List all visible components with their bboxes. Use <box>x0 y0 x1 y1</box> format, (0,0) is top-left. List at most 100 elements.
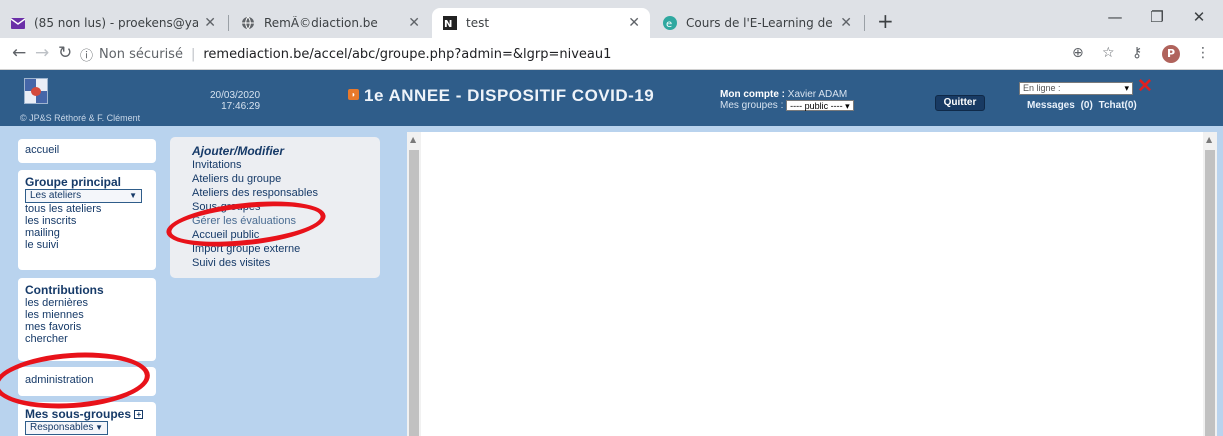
inscrits-link[interactable]: les inscrits <box>25 215 149 227</box>
profile-avatar[interactable]: P <box>1162 45 1180 63</box>
scroll-thumb[interactable] <box>1205 150 1215 436</box>
key-icon[interactable]: ⚷ <box>1132 45 1142 61</box>
content-frame <box>421 132 1203 436</box>
close-icon[interactable]: ✕ <box>628 15 640 31</box>
address-bar: ← → ↻ ⓘ Non sécurisé | remediaction.be/a… <box>0 38 1223 70</box>
bookmark-star-icon[interactable]: ☆ <box>1102 45 1115 61</box>
messages-link[interactable]: Messages (0) <box>1027 100 1093 111</box>
tchat-link[interactable]: Tchat(0) <box>1099 100 1137 111</box>
svg-text:N: N <box>444 19 452 30</box>
reload-icon[interactable]: ↻ <box>58 43 72 63</box>
tab-title: Cours de l'E-Learning de la CFWB <box>686 16 834 30</box>
contributions-title: Contributions <box>25 283 104 297</box>
messages-area: Messages (0) Tchat(0) <box>1027 100 1137 111</box>
sidebar-sous-groupes: Mes sous-groupes + Responsables ▼ <box>18 402 156 436</box>
browser-tab-remediaction[interactable]: RemÃ©diaction.be ✕ <box>230 8 430 38</box>
sous-groupes-title: Mes sous-groupes + <box>25 407 149 421</box>
close-icon[interactable]: ✕ <box>204 15 216 31</box>
menu-item-gerer-evaluations[interactable]: Gérer les évaluations <box>192 214 380 228</box>
forward-arrow-icon[interactable]: → <box>35 43 49 63</box>
account-label: Mon compte : <box>720 89 785 100</box>
chevron-down-icon: ▼ <box>129 191 137 200</box>
date-time: 20/03/2020 17:46:29 <box>210 90 260 112</box>
menu-item-sous-groupes[interactable]: Sous-groupes <box>192 200 380 214</box>
menu-item-suivi-visites[interactable]: Suivi des visites <box>192 256 380 270</box>
groups-label: Mes groupes : <box>720 100 784 112</box>
copyright-text: © JP&S Réthoré & F. Clément <box>20 113 141 123</box>
security-label: Non sécurisé <box>99 46 183 62</box>
suivi-link[interactable]: le suivi <box>25 239 149 251</box>
sidebar-administration[interactable]: administration <box>18 367 156 396</box>
mailing-link[interactable]: mailing <box>25 227 149 239</box>
status-value: En ligne : <box>1023 83 1061 93</box>
favoris-link[interactable]: mes favoris <box>25 321 149 333</box>
groupe-principal-title: Groupe principal <box>25 175 122 189</box>
tous-ateliers-link[interactable]: tous les ateliers <box>25 203 149 215</box>
admin-menu: Ajouter/Modifier Invitations Ateliers du… <box>170 137 380 278</box>
browser-tab-mail[interactable]: (85 non lus) - proekens@yahoo.f ✕ <box>0 8 226 38</box>
menu-item-import-groupe[interactable]: Import groupe externe <box>192 242 380 256</box>
sidebar-groupe-principal: Groupe principal Les ateliers ▼ tous les… <box>18 170 156 270</box>
chevron-down-icon: ▾ <box>1124 83 1129 93</box>
menu-dots-icon[interactable]: ⋮ <box>1196 45 1210 61</box>
tab-title: (85 non lus) - proekens@yahoo.f <box>34 16 199 30</box>
current-date: 20/03/2020 <box>210 90 261 101</box>
content-scrollbar[interactable]: ▲ <box>1203 132 1217 436</box>
scroll-thumb[interactable] <box>409 150 419 436</box>
site-logo[interactable] <box>24 78 48 104</box>
browser-tab-bar: (85 non lus) - proekens@yahoo.f ✕ RemÃ©d… <box>0 0 1223 38</box>
tab-divider <box>864 15 865 31</box>
expand-icon[interactable]: + <box>134 410 144 420</box>
tab-title: RemÃ©diaction.be <box>264 16 378 30</box>
site-header: © JP&S Réthoré & F. Clément 20/03/2020 1… <box>0 70 1223 126</box>
accueil-link[interactable]: accueil <box>25 144 149 156</box>
close-icon[interactable]: ✕ <box>840 15 852 31</box>
minimize-icon[interactable]: — <box>1100 8 1130 26</box>
back-arrow-icon[interactable]: ← <box>12 43 26 63</box>
quit-button[interactable]: Quitter <box>935 95 985 111</box>
globe-icon <box>240 15 256 31</box>
rss-icon[interactable]: ◗ <box>348 89 359 100</box>
scroll-up-icon[interactable]: ▲ <box>410 135 416 144</box>
info-icon[interactable]: ⓘ <box>80 45 93 64</box>
mail-icon <box>10 15 26 31</box>
miennes-link[interactable]: les miennes <box>25 309 149 321</box>
current-time: 17:46:29 <box>221 101 261 112</box>
restore-icon[interactable]: ❐ <box>1142 8 1172 26</box>
menu-item-invitations[interactable]: Invitations <box>192 158 380 172</box>
admin-menu-heading: Ajouter/Modifier <box>192 144 284 158</box>
window-close-icon[interactable]: ✕ <box>1184 8 1214 26</box>
responsables-select[interactable]: Responsables ▼ <box>25 421 108 435</box>
menu-item-ateliers-groupe[interactable]: Ateliers du groupe <box>192 172 380 186</box>
browser-tab-elearning[interactable]: e Cours de l'E-Learning de la CFWB ✕ <box>652 8 862 38</box>
new-tab-button[interactable]: + <box>877 9 894 33</box>
app-icon: N <box>442 15 458 31</box>
tab-divider <box>228 15 229 31</box>
menu-item-ateliers-responsables[interactable]: Ateliers des responsables <box>192 186 380 200</box>
close-icon[interactable]: ✕ <box>408 15 420 31</box>
tab-title: test <box>466 16 490 30</box>
ateliers-select[interactable]: Les ateliers ▼ <box>25 189 142 203</box>
account-info: Mon compte : Xavier ADAM Mes groupes : -… <box>720 89 854 111</box>
page-title: 1e ANNEE - DISPOSITIF COVID-19 <box>364 86 655 105</box>
url-text[interactable]: remediaction.be/accel/abc/groupe.php?adm… <box>203 47 611 62</box>
chercher-link[interactable]: chercher <box>25 333 149 345</box>
status-select[interactable]: En ligne : ▾ <box>1019 82 1133 95</box>
sidebar-accueil[interactable]: accueil <box>18 139 156 163</box>
sidebar-contributions: Contributions les dernières les miennes … <box>18 278 156 361</box>
scroll-up-icon[interactable]: ▲ <box>1206 135 1212 144</box>
zoom-icon[interactable]: ⊕ <box>1072 45 1084 61</box>
close-x-icon[interactable]: ✕ <box>1137 75 1153 98</box>
account-name[interactable]: Xavier ADAM <box>788 89 847 100</box>
url-divider: | <box>190 46 196 62</box>
svg-text:e: e <box>666 19 672 30</box>
menu-scrollbar[interactable]: ▲ <box>407 132 421 436</box>
url-field[interactable]: ⓘ Non sécurisé | remediaction.be/accel/a… <box>80 42 1096 66</box>
menu-item-accueil-public[interactable]: Accueil public <box>192 228 380 242</box>
administration-link[interactable]: administration <box>25 374 149 386</box>
elearning-icon: e <box>662 15 678 31</box>
dernieres-link[interactable]: les dernières <box>25 297 149 309</box>
chevron-down-icon: ▼ <box>95 423 103 432</box>
groups-select[interactable]: ---- public ---- ▾ <box>786 100 854 111</box>
browser-tab-test[interactable]: N test ✕ <box>432 8 650 38</box>
